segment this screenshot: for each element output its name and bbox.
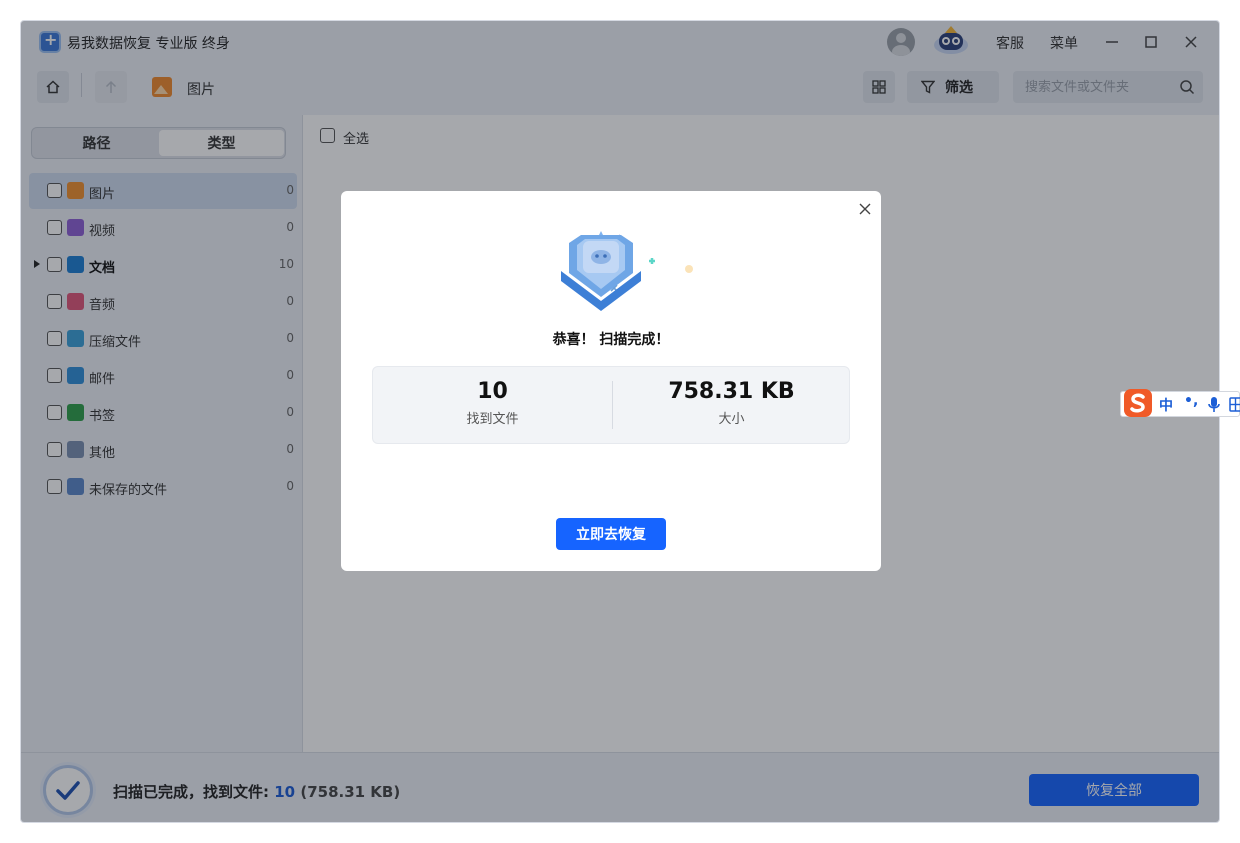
stat-files-found: 10 找到文件 (373, 379, 612, 427)
scan-stats-panel: 10 找到文件 758.31 KB 大小 (372, 366, 850, 444)
dialog-close-button[interactable] (855, 199, 875, 219)
recover-now-button[interactable]: 立即去恢复 (556, 518, 666, 550)
close-icon (859, 203, 871, 215)
stat-total-size: 758.31 KB 大小 (612, 379, 851, 427)
app-window: 易我数据恢复 专业版 终身 客服 菜单 (20, 20, 1220, 823)
stat-files-found-value: 10 (477, 379, 508, 404)
trophy-badge-icon (561, 231, 693, 311)
stat-total-size-label: 大小 (718, 412, 745, 427)
scan-complete-dialog: 恭喜！ 扫描完成！ 10 找到文件 758.31 KB 大小 立即去恢复 (341, 191, 881, 571)
toolbox-icon[interactable] (1229, 397, 1240, 412)
sogou-logo-icon[interactable] (1123, 388, 1153, 418)
ime-punctuation[interactable]: •, (1184, 393, 1198, 409)
dialog-title: 恭喜！ 扫描完成！ (552, 332, 670, 348)
stat-total-size-value: 758.31 KB (668, 379, 795, 404)
microphone-icon[interactable] (1207, 396, 1221, 414)
ime-mode[interactable]: 中 (1159, 395, 1173, 415)
modal-overlay: 恭喜！ 扫描完成！ 10 找到文件 758.31 KB 大小 立即去恢复 (21, 21, 1219, 822)
stat-files-found-label: 找到文件 (466, 412, 519, 427)
ime-toolbar[interactable]: 中 •, (1120, 388, 1240, 418)
